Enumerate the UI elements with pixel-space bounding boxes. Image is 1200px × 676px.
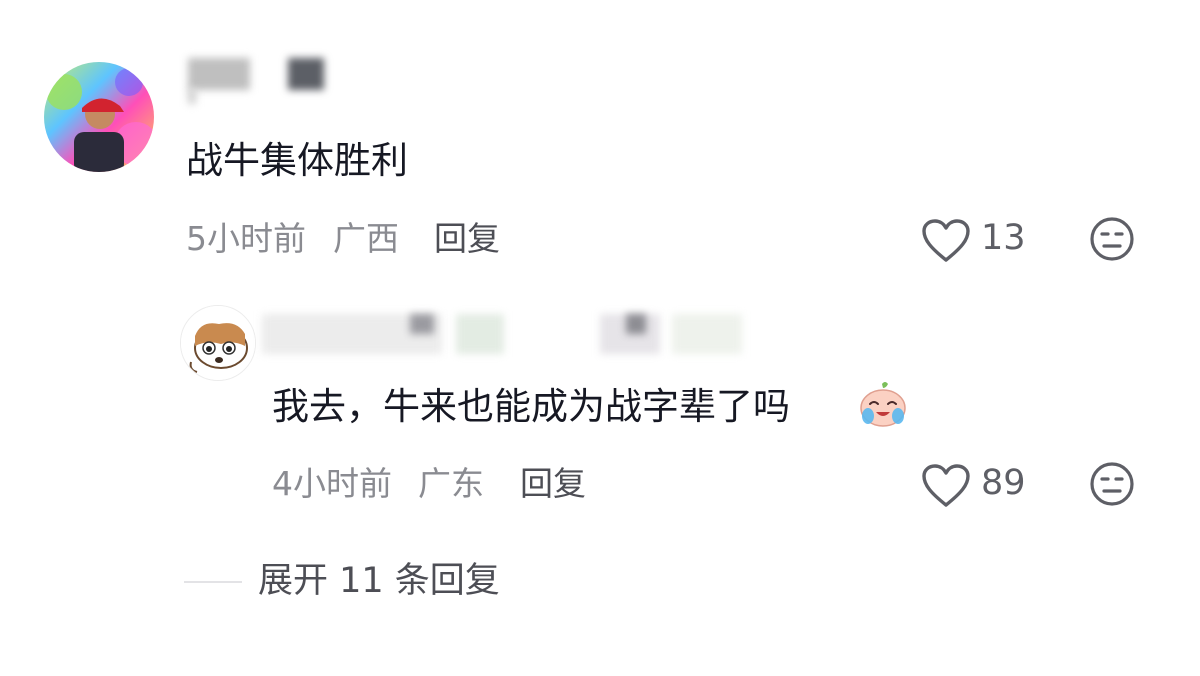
unamused-face-icon xyxy=(1090,462,1134,506)
comment-dislike-button[interactable] xyxy=(1089,216,1135,262)
reply-reply-button[interactable]: 回复 xyxy=(520,467,586,500)
heart-outline-icon xyxy=(922,464,970,507)
crying-face-emoji-icon xyxy=(858,380,908,428)
expand-divider xyxy=(184,581,242,583)
replier-username-part xyxy=(410,314,434,334)
comment-like-count: 13 xyxy=(981,218,1026,258)
commenter-avatar[interactable] xyxy=(44,62,154,172)
reply-text: 我去，牛来也能成为战字辈了吗 xyxy=(272,385,790,428)
reply-like-count: 89 xyxy=(981,463,1026,503)
reply-location: 广东 xyxy=(418,464,484,503)
replier-username-part xyxy=(672,314,742,354)
replier-username-part xyxy=(626,314,646,334)
reply-dislike-button[interactable] xyxy=(1089,461,1135,507)
comment-reply-button[interactable]: 回复 xyxy=(434,222,500,255)
heart-outline-icon xyxy=(922,219,970,262)
commenter-username[interactable] xyxy=(188,58,250,90)
comment-text: 战牛集体胜利 xyxy=(186,139,408,182)
expand-replies-button[interactable]: 展开 11 条回复 xyxy=(258,564,500,599)
reply-like-button[interactable] xyxy=(921,463,971,509)
commenter-username-extra xyxy=(288,58,324,90)
comment-location: 广西 xyxy=(333,219,399,258)
replier-username-part xyxy=(456,314,504,354)
unamused-face-icon xyxy=(1090,217,1134,261)
replier-avatar[interactable] xyxy=(180,305,256,381)
reply-time: 4小时前 xyxy=(272,464,392,503)
comment-like-button[interactable] xyxy=(921,218,971,264)
commenter-username-tail xyxy=(188,88,196,104)
comment-time: 5小时前 xyxy=(186,219,306,258)
